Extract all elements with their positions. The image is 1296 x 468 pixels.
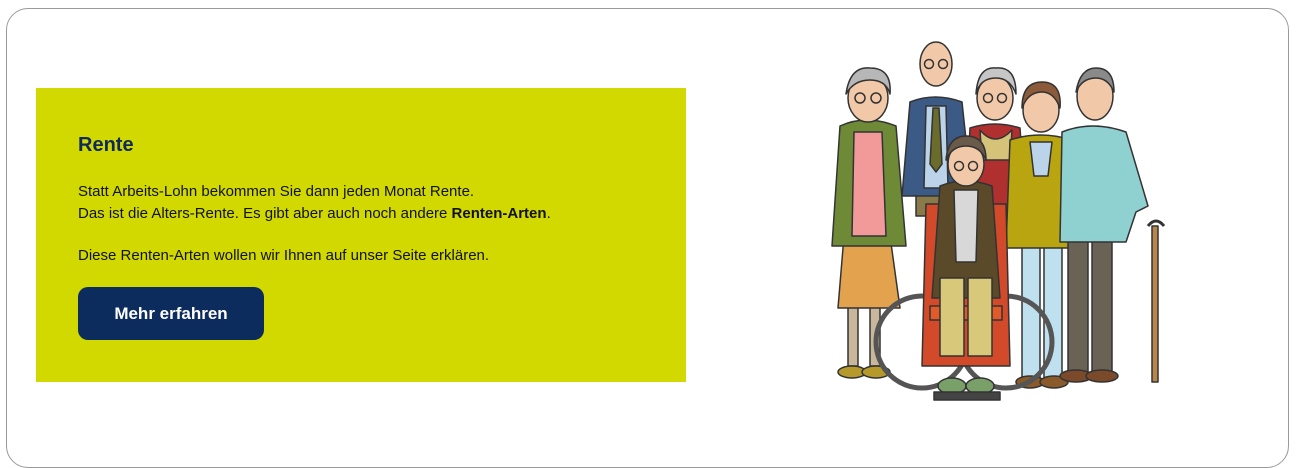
teaser-line-1: Statt Arbeits-Lohn bekommen Sie dann jed… [78, 183, 475, 200]
senior-woman-left [831, 67, 907, 379]
teaser-box: Rente Statt Arbeits-Lohn bekommen Sie da… [36, 88, 686, 382]
renten-arten-emphasis: Renten-Arten [451, 205, 547, 222]
senior-man-cane [1059, 67, 1166, 383]
teaser-text: Statt Arbeits-Lohn bekommen Sie dann jed… [78, 181, 551, 225]
teaser-title: Rente [78, 134, 134, 156]
teaser-line-2-suffix: . [546, 205, 551, 222]
mehr-erfahren-button[interactable]: Mehr erfahren [78, 287, 264, 340]
group-of-seniors-illustration [831, 41, 1166, 401]
teaser-paragraph-2: Diese Renten-Arten wollen wir Ihnen auf … [78, 247, 490, 264]
teaser-line-2-prefix: Das ist die Alters-Rente. Es gibt aber a… [78, 205, 452, 222]
